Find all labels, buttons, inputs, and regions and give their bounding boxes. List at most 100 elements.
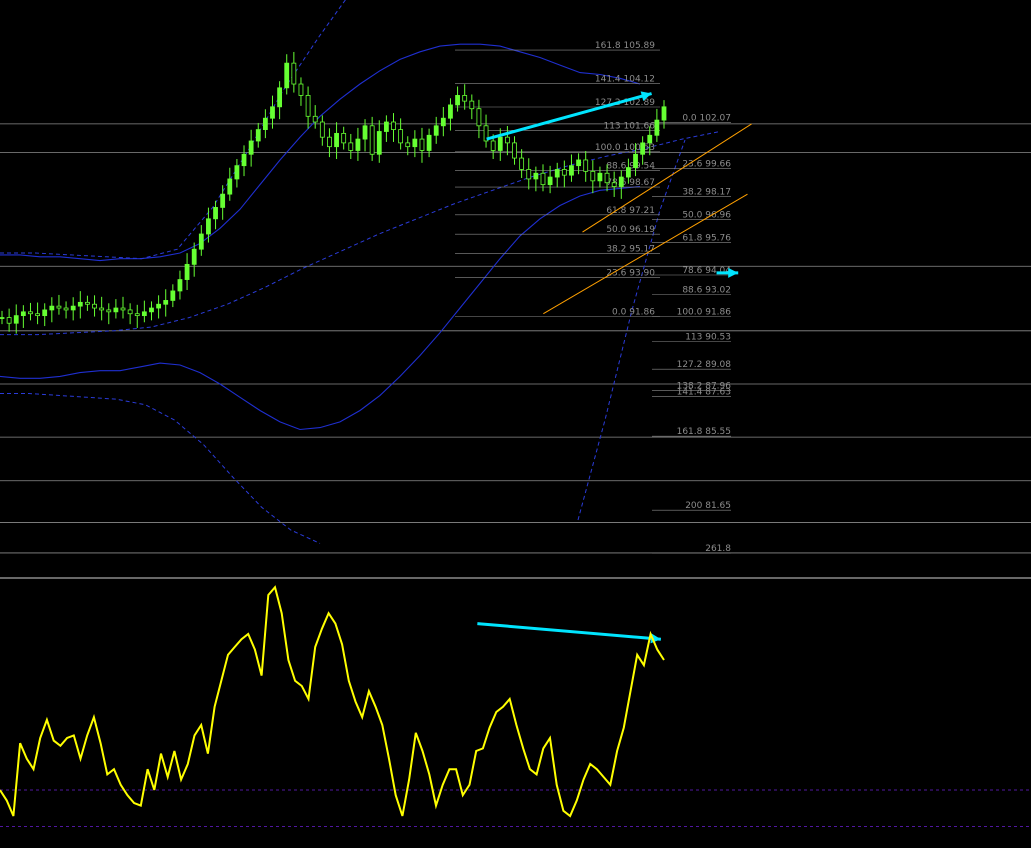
fib-left-label: 100.0 100.53 xyxy=(595,143,655,153)
candle-body xyxy=(469,100,475,110)
candle-body xyxy=(291,62,297,85)
candle-body xyxy=(576,159,581,167)
fib-right-label: 61.8 95.76 xyxy=(682,233,731,243)
candle-body xyxy=(497,136,503,151)
fib-right-label: 141.4 87.63 xyxy=(677,388,731,398)
candle-body xyxy=(113,307,119,313)
candle-body xyxy=(526,169,532,180)
candle-body xyxy=(569,165,574,176)
fib-right-label: 261.8 xyxy=(705,544,731,554)
candle-body xyxy=(184,263,190,280)
fib-right-label: 0.0 102.07 xyxy=(682,114,731,124)
candle-body xyxy=(348,142,354,151)
fib-left-label: 113 101.66 xyxy=(603,121,655,131)
candle-body xyxy=(554,169,560,178)
candle-body xyxy=(376,131,382,155)
candle-body xyxy=(583,159,589,172)
candle-body xyxy=(504,136,510,144)
candle-body xyxy=(49,305,55,311)
fib-left-label: 61.8 97.21 xyxy=(606,206,655,216)
candle-body xyxy=(85,301,90,305)
candle-body xyxy=(618,176,624,187)
fib-left-label: 0.0 91.86 xyxy=(612,307,655,317)
candle-body xyxy=(412,138,418,148)
candle-body xyxy=(661,106,667,121)
fib-right-label: 127.2 89.08 xyxy=(677,360,732,370)
fib-right-label: 38.2 98.17 xyxy=(682,188,731,198)
candle-body xyxy=(319,121,325,138)
fib-left-label: 50.0 96.19 xyxy=(606,225,655,235)
chart-canvas: 161.8 105.89141.4 104.12127.2 102.89113 … xyxy=(0,0,1031,848)
fib-right-label: 88.6 93.02 xyxy=(682,285,731,295)
candle-body xyxy=(597,172,603,182)
candle-body xyxy=(334,132,339,148)
candle-body xyxy=(220,193,226,208)
candle-body xyxy=(191,248,197,265)
candle-body xyxy=(391,121,396,130)
candle-body xyxy=(604,172,610,184)
candle-body xyxy=(519,157,525,170)
candle-body xyxy=(640,142,646,155)
candle-body xyxy=(476,108,482,127)
candle-body xyxy=(547,176,553,186)
candle-body xyxy=(0,317,5,319)
fib-right-label: 50.0 96.96 xyxy=(682,211,731,221)
candle-body xyxy=(312,115,318,123)
candle-body xyxy=(284,62,290,89)
candle-body xyxy=(134,313,140,317)
fib-right-label: 78.6 94.04 xyxy=(682,266,731,276)
candle-body xyxy=(341,132,347,144)
candle-body xyxy=(383,121,389,132)
candle-body xyxy=(512,142,517,159)
fib-right-label: 23.6 99.66 xyxy=(682,159,731,169)
candle-body xyxy=(305,95,311,117)
candle-body xyxy=(633,153,638,168)
candle-body xyxy=(141,311,147,317)
candle-body xyxy=(99,307,105,311)
candle-body xyxy=(63,307,69,311)
candle-body xyxy=(626,167,631,178)
candle-body xyxy=(106,309,112,313)
candle-body xyxy=(198,233,204,250)
candle-body xyxy=(455,95,460,106)
candle-body xyxy=(426,134,432,151)
candle-body xyxy=(77,301,83,307)
fib-right-label: 161.8 85.55 xyxy=(677,427,731,437)
candle-body xyxy=(647,134,653,144)
candle-body xyxy=(611,182,617,187)
candle-body xyxy=(590,170,596,182)
candle-body xyxy=(298,83,304,96)
candle-body xyxy=(127,309,133,315)
candle-body xyxy=(6,317,12,324)
candle-body xyxy=(440,117,446,127)
candle-body xyxy=(270,106,275,119)
candle-body xyxy=(70,305,76,311)
candle-body xyxy=(533,172,539,180)
candle-body xyxy=(163,300,169,305)
candle-body xyxy=(654,119,660,136)
candle-body xyxy=(561,169,567,176)
fib-left-label: 23.6 93.90 xyxy=(606,269,655,279)
candle-body xyxy=(327,136,332,148)
fib-left-label: 161.8 105.89 xyxy=(595,41,655,51)
fib-left-label: 141.4 104.12 xyxy=(595,75,655,85)
candle-body xyxy=(20,311,26,317)
candle-body xyxy=(490,140,496,151)
candle-body xyxy=(234,165,240,180)
candle-body xyxy=(28,311,33,315)
candle-body xyxy=(241,153,247,167)
candle-body xyxy=(120,307,126,311)
candle-body xyxy=(248,140,254,155)
candle-body xyxy=(156,303,162,309)
candle-body xyxy=(362,125,368,140)
candle-body xyxy=(35,313,40,317)
candle-body xyxy=(206,218,211,235)
candle-body xyxy=(419,138,425,151)
candle-body xyxy=(277,87,283,108)
candle-body xyxy=(56,305,62,309)
candle-body xyxy=(255,129,261,142)
candle-body xyxy=(42,309,48,317)
candle-body xyxy=(262,117,268,130)
fib-right-label: 100.0 91.86 xyxy=(677,307,732,317)
candle-body xyxy=(149,307,154,313)
